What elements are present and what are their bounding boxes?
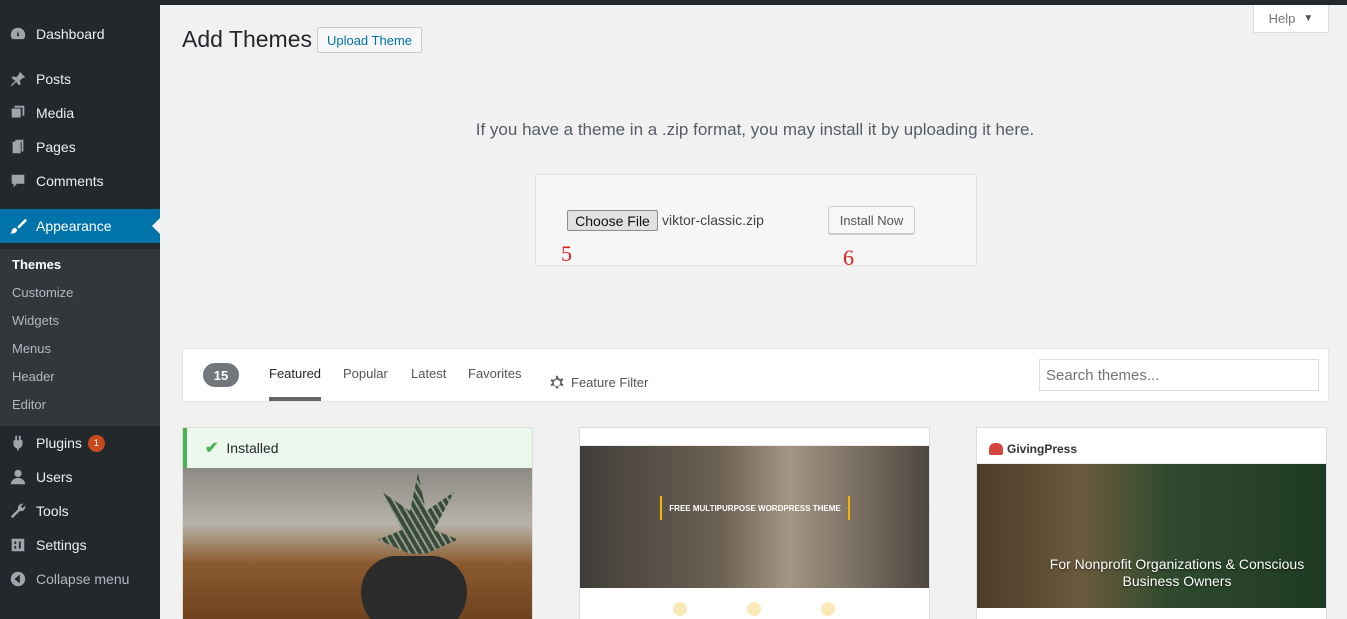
sidebar-item-settings[interactable]: Settings bbox=[0, 528, 160, 562]
feature-dot-icon bbox=[673, 602, 687, 616]
dashboard-icon bbox=[0, 25, 36, 43]
submenu-header[interactable]: Header bbox=[12, 369, 55, 384]
pin-icon bbox=[0, 70, 36, 88]
caret-down-icon: ▼ bbox=[1303, 13, 1314, 24]
feature-filter-label: Feature Filter bbox=[571, 375, 649, 390]
installed-notice: ✔ Installed bbox=[183, 428, 532, 468]
theme-preview-header: GivingPress bbox=[977, 428, 1326, 464]
help-tab-button[interactable]: Help ▼ bbox=[1253, 5, 1329, 33]
succulent-plant-image bbox=[378, 473, 458, 554]
search-themes-input[interactable] bbox=[1039, 359, 1319, 391]
admin-sidebar: Dashboard Posts Media Pages Comments App… bbox=[0, 5, 160, 619]
submenu-customize[interactable]: Customize bbox=[12, 285, 73, 300]
upload-instructions: If you have a theme in a .zip format, yo… bbox=[475, 120, 1035, 139]
theme-headline: For Nonprofit Organizations & Conscious … bbox=[1049, 556, 1305, 589]
pages-icon bbox=[0, 138, 36, 156]
choose-file-button[interactable]: Choose File bbox=[567, 210, 658, 231]
sidebar-item-media[interactable]: Media bbox=[0, 96, 160, 130]
sidebar-item-label: Media bbox=[36, 105, 75, 121]
help-label: Help bbox=[1268, 11, 1296, 26]
feature-dot-icon bbox=[821, 602, 835, 616]
theme-banner-text: FREE MULTIPURPOSE WORDPRESS THEME bbox=[660, 496, 850, 520]
heart-icon bbox=[989, 443, 1003, 455]
wrench-icon bbox=[0, 502, 36, 520]
theme-screenshot: FREE MULTIPURPOSE WORDPRESS THEME bbox=[580, 446, 929, 588]
collapse-icon bbox=[0, 570, 36, 588]
sidebar-item-label: Tools bbox=[36, 503, 69, 519]
tab-popular[interactable]: Popular bbox=[343, 366, 388, 401]
gear-icon bbox=[550, 375, 564, 389]
comment-icon bbox=[0, 172, 36, 190]
sidebar-item-label: Posts bbox=[36, 71, 72, 87]
plug-icon bbox=[0, 434, 36, 452]
sidebar-item-pages[interactable]: Pages bbox=[0, 130, 160, 164]
step-marker-5: 5 bbox=[561, 241, 572, 266]
sidebar-item-users[interactable]: Users bbox=[0, 460, 160, 494]
sidebar-item-label: Collapse menu bbox=[36, 571, 130, 587]
sidebar-item-label: Plugins bbox=[36, 435, 82, 451]
givingpress-logo: GivingPress bbox=[989, 442, 1077, 456]
submenu-themes[interactable]: Themes bbox=[12, 257, 61, 272]
plant-pot-image bbox=[361, 556, 467, 619]
settings-icon bbox=[0, 536, 36, 554]
theme-card-installed[interactable]: ✔ Installed bbox=[182, 427, 533, 619]
sidebar-item-dashboard[interactable]: Dashboard bbox=[0, 17, 160, 51]
installed-label: Installed bbox=[226, 440, 279, 456]
theme-filter-bar: 15 Featured Popular Latest Favorites Fea… bbox=[182, 348, 1329, 402]
selected-file-name: viktor-classic.zip bbox=[662, 212, 764, 228]
install-now-button[interactable]: Install Now bbox=[828, 206, 915, 234]
checkmark-icon: ✔ bbox=[205, 440, 219, 457]
admin-top-bar bbox=[0, 0, 1347, 5]
submenu-widgets[interactable]: Widgets bbox=[12, 313, 59, 328]
sidebar-item-tools[interactable]: Tools bbox=[0, 494, 160, 528]
upload-theme-button[interactable]: Upload Theme bbox=[317, 27, 422, 53]
tab-featured[interactable]: Featured bbox=[269, 366, 322, 401]
user-icon bbox=[0, 468, 36, 486]
sidebar-item-label: Comments bbox=[36, 173, 104, 189]
upload-form: Choose File viktor-classic.zip Install N… bbox=[535, 174, 977, 266]
media-icon bbox=[0, 104, 36, 122]
theme-card-givingpress[interactable]: GivingPress For Nonprofit Organizations … bbox=[976, 427, 1327, 619]
sidebar-item-label: Pages bbox=[36, 139, 76, 155]
theme-card-multipurpose[interactable]: FREE MULTIPURPOSE WORDPRESS THEME bbox=[579, 427, 930, 619]
theme-screenshot bbox=[183, 468, 532, 619]
brush-icon bbox=[0, 217, 36, 235]
sidebar-item-label: Settings bbox=[36, 537, 87, 553]
submenu-editor[interactable]: Editor bbox=[12, 397, 46, 412]
givingpress-brand: GivingPress bbox=[1007, 442, 1078, 456]
tab-favorites[interactable]: Favorites bbox=[468, 366, 521, 401]
theme-screenshot: For Nonprofit Organizations & Conscious … bbox=[977, 464, 1326, 608]
theme-count-badge: 15 bbox=[203, 363, 239, 387]
sidebar-item-label: Users bbox=[36, 469, 73, 485]
sidebar-item-appearance[interactable]: Appearance bbox=[0, 209, 160, 243]
theme-preview-footer bbox=[580, 588, 929, 619]
collapse-menu-button[interactable]: Collapse menu bbox=[0, 562, 160, 596]
submenu-menus[interactable]: Menus bbox=[12, 341, 51, 356]
tab-latest[interactable]: Latest bbox=[411, 366, 446, 401]
sidebar-item-posts[interactable]: Posts bbox=[0, 62, 160, 96]
feature-filter-button[interactable]: Feature Filter bbox=[549, 365, 648, 400]
step-marker-6: 6 bbox=[843, 245, 854, 270]
sidebar-item-label: Dashboard bbox=[36, 26, 105, 42]
feature-dot-icon bbox=[747, 602, 761, 616]
theme-preview-header bbox=[580, 428, 929, 446]
sidebar-item-label: Appearance bbox=[36, 218, 112, 234]
plugins-update-badge: 1 bbox=[87, 434, 105, 452]
page-title: Add Themes bbox=[182, 26, 312, 52]
appearance-submenu: Themes Customize Widgets Menus Header Ed… bbox=[0, 249, 160, 426]
sidebar-item-comments[interactable]: Comments bbox=[0, 164, 160, 198]
sidebar-item-plugins[interactable]: Plugins 1 bbox=[0, 426, 160, 460]
